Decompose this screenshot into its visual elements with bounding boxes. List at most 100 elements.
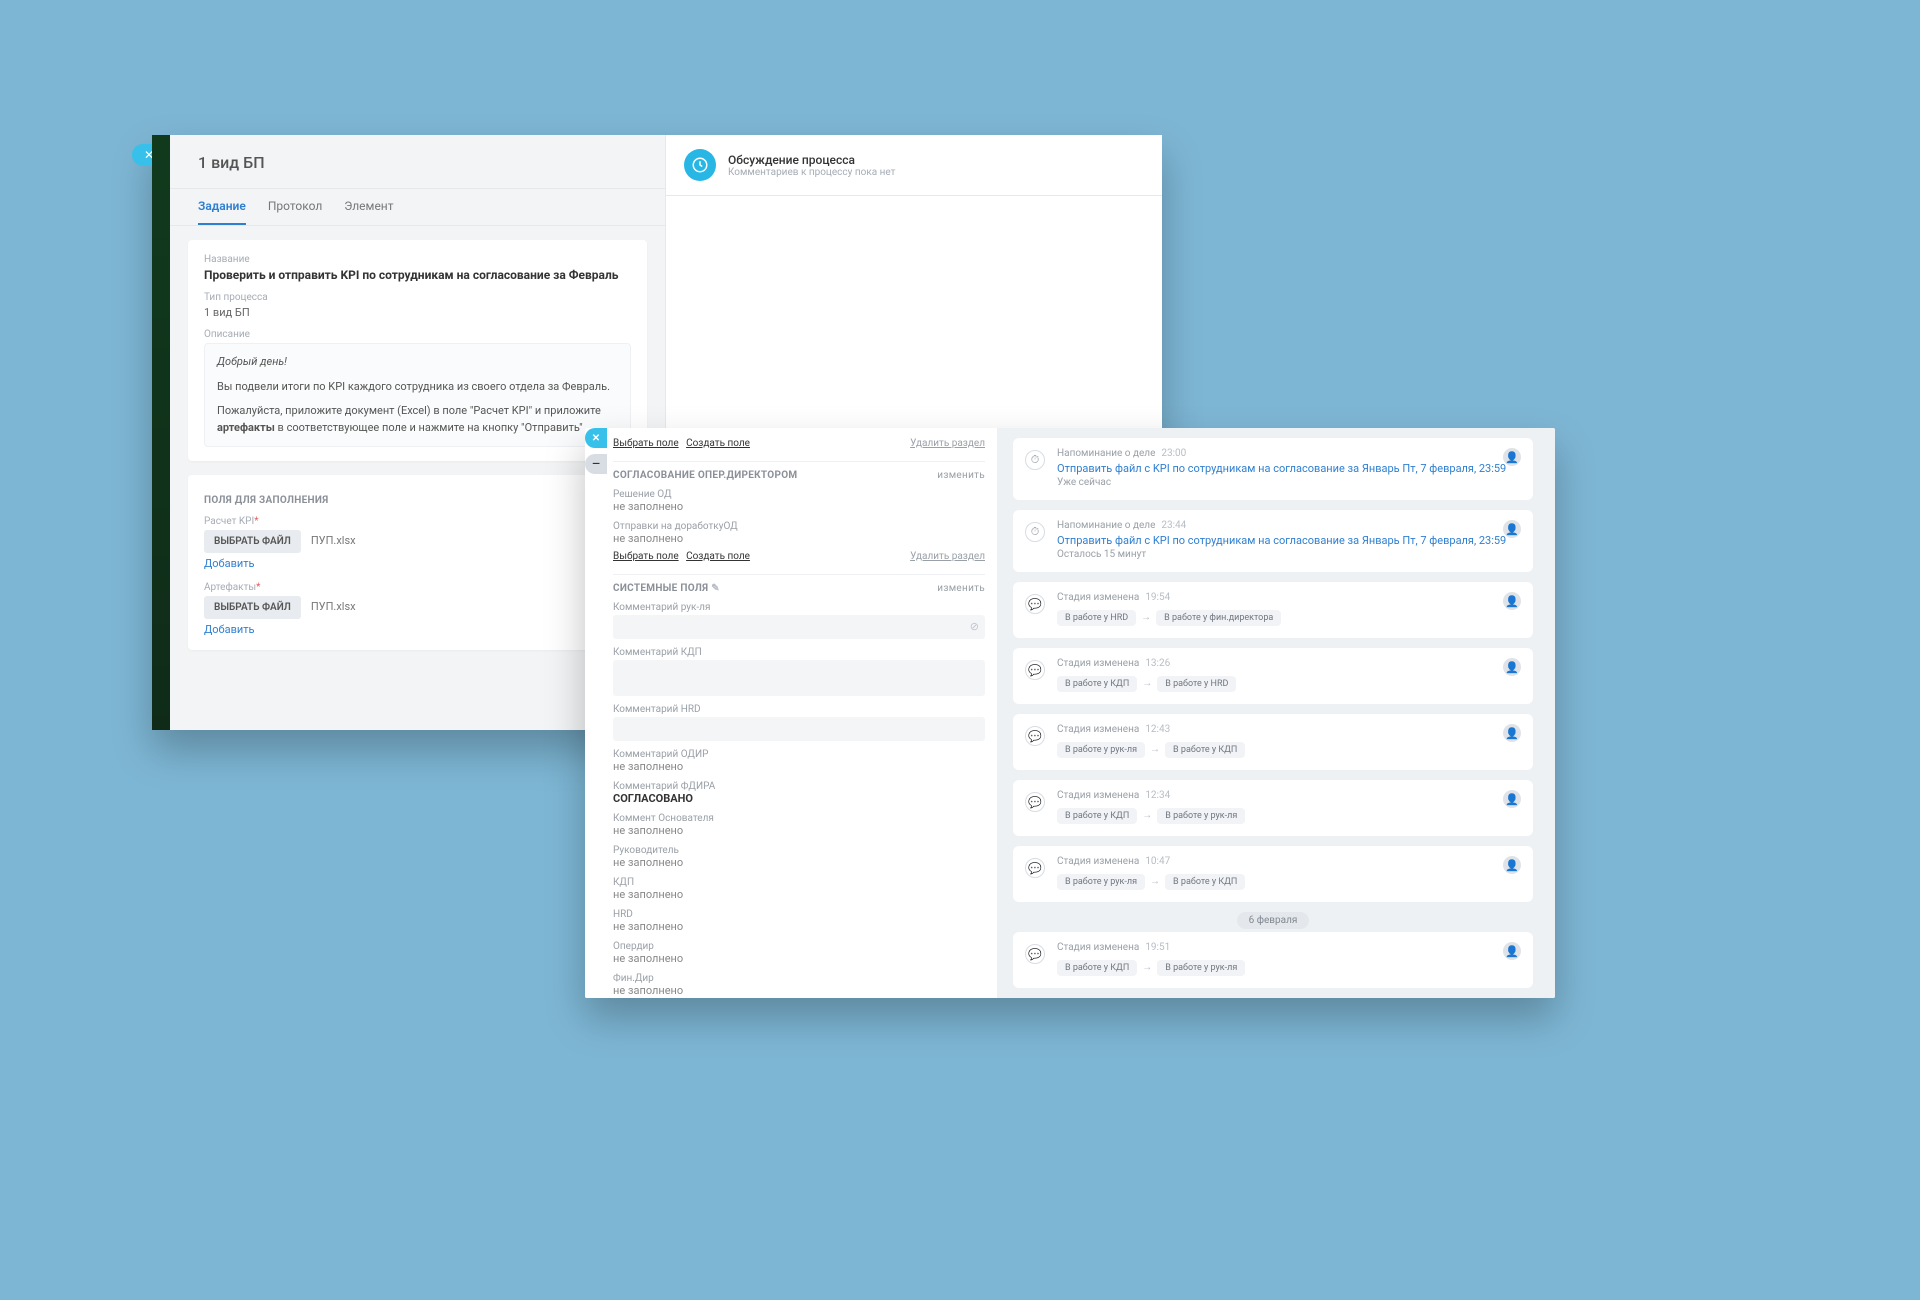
background-strip bbox=[152, 135, 170, 730]
stage-transition: В работе у КДП→В работе у HRD bbox=[1057, 675, 1519, 692]
chat-icon: 💬 bbox=[1025, 660, 1045, 680]
comment-lead-label: Комментарий рук-ля bbox=[613, 602, 985, 613]
discussion-subtitle: Комментариев к процессу пока нет bbox=[728, 167, 895, 178]
delete-section-link-2[interactable]: Удалить раздел bbox=[910, 551, 985, 562]
artifacts-file-button[interactable]: ВЫБРАТЬ ФАЙЛ bbox=[204, 596, 301, 619]
stage-to: В работе у рук-ля bbox=[1157, 960, 1245, 976]
stage-to: В работе у рук-ля bbox=[1157, 808, 1245, 824]
proc-value: 1 вид БП bbox=[204, 306, 631, 319]
activity-stage-change[interactable]: 💬 👤Стадия изменена12:34 В работе у КДП→В… bbox=[1013, 780, 1533, 836]
clear-icon[interactable]: ⊘ bbox=[970, 620, 979, 633]
select-field-link[interactable]: Выбрать поле bbox=[613, 438, 679, 449]
stage-from: В работе у рук-ля bbox=[1057, 874, 1145, 890]
stage-to: В работе у КДП bbox=[1165, 742, 1245, 758]
chat-icon: 💬 bbox=[1025, 594, 1045, 614]
activity-stage-change[interactable]: 💬 👤Стадия изменена13:26 В работе у КДП→В… bbox=[1013, 648, 1533, 704]
activity-reminder[interactable]: ⏱ 👤Напоминание о деле23:44 Отправить фай… bbox=[1013, 510, 1533, 572]
system-field-row: Коммент Основателя не заполнено bbox=[613, 813, 985, 837]
desc-line2a: Пожалуйста, приложите документ (Excel) в… bbox=[217, 404, 601, 417]
tab-element[interactable]: Элемент bbox=[344, 199, 393, 225]
form-column: Выбрать поле Создать поле Удалить раздел… bbox=[607, 428, 997, 998]
activity-title: Стадия изменена bbox=[1057, 942, 1139, 953]
kpi-add-link[interactable]: Добавить bbox=[204, 557, 255, 570]
system-field-value: СОГЛАСОВАНО bbox=[613, 792, 985, 805]
user-icon: 👤 bbox=[1503, 592, 1521, 610]
user-icon: 👤 bbox=[1503, 856, 1521, 874]
fields-header: ПОЛЯ ДЛЯ ЗАПОЛНЕНИЯ bbox=[204, 495, 631, 506]
system-field-value: не заполнено bbox=[613, 888, 985, 901]
change-link-2[interactable]: изменить bbox=[937, 583, 985, 594]
system-field-value: не заполнено bbox=[613, 824, 985, 837]
arrow-icon: → bbox=[1150, 744, 1160, 755]
pencil-icon[interactable]: ✎ bbox=[711, 583, 720, 594]
create-field-link-2[interactable]: Создать поле bbox=[686, 551, 750, 562]
stage-transition: В работе у HRD→В работе у фин.директора bbox=[1057, 609, 1519, 626]
system-field-row: Опердир не заполнено bbox=[613, 941, 985, 965]
select-field-link-2[interactable]: Выбрать поле bbox=[613, 551, 679, 562]
stage-from: В работе у КДП bbox=[1057, 808, 1137, 824]
activity-subtext: Уже сейчас bbox=[1057, 477, 1519, 488]
create-field-link[interactable]: Создать поле bbox=[686, 438, 750, 449]
system-field-row: HRD не заполнено bbox=[613, 909, 985, 933]
activity-stage-change[interactable]: 💬 👤Стадия изменена19:51 В работе у КДП→В… bbox=[1013, 932, 1533, 988]
field-od-decision-value: не заполнено bbox=[613, 500, 985, 513]
artifacts-file-name: ПУП.xlsx bbox=[311, 600, 356, 613]
stage-from: В работе у КДП bbox=[1057, 960, 1137, 976]
system-field-label: Опердир bbox=[613, 941, 985, 952]
activity-reminder[interactable]: ⏱ 👤Напоминание о деле23:00 Отправить фай… bbox=[1013, 438, 1533, 500]
stage-to: В работе у фин.директора bbox=[1156, 610, 1281, 626]
user-icon: 👤 bbox=[1503, 942, 1521, 960]
activity-time: 19:54 bbox=[1145, 592, 1170, 603]
comment-lead-input[interactable]: ⊘ bbox=[613, 615, 985, 639]
activity-time: 10:47 bbox=[1145, 856, 1170, 867]
description-box: Добрый день! Вы подвели итоги по KPI каж… bbox=[204, 343, 631, 447]
user-icon: 👤 bbox=[1503, 448, 1521, 466]
activity-title: Стадия изменена bbox=[1057, 724, 1139, 735]
stage-from: В работе у рук-ля bbox=[1057, 742, 1145, 758]
comment-kdp-label: Комментарий КДП bbox=[613, 647, 985, 658]
system-field-value: не заполнено bbox=[613, 920, 985, 933]
system-field-label: Комментарий ОДИР bbox=[613, 749, 985, 760]
desc-greeting: Добрый день! bbox=[217, 355, 287, 368]
activity-title: Напоминание о деле bbox=[1057, 520, 1155, 531]
comment-kdp-input[interactable] bbox=[613, 660, 985, 696]
system-field-row: Фин.Дир не заполнено bbox=[613, 973, 985, 997]
section-system-fields: СИСТЕМНЫЕ ПОЛЯ ✎ изменить Комментарий ру… bbox=[613, 574, 985, 998]
delete-section-link[interactable]: Удалить раздел bbox=[910, 438, 985, 449]
artifacts-add-link[interactable]: Добавить bbox=[204, 623, 255, 636]
control-column: ✕ — bbox=[585, 428, 607, 998]
user-icon: 👤 bbox=[1503, 658, 1521, 676]
desc-line2c: в соответствующее поле и нажмите на кноп… bbox=[278, 421, 583, 434]
tab-task[interactable]: Задание bbox=[198, 199, 246, 225]
system-field-row: Руководитель не заполнено bbox=[613, 845, 985, 869]
minimize-pill[interactable]: — bbox=[585, 454, 607, 474]
stage-transition: В работе у КДП→В работе у рук-ля bbox=[1057, 959, 1519, 976]
close-pill[interactable]: ✕ bbox=[585, 428, 607, 448]
comment-hrd-input[interactable] bbox=[613, 717, 985, 741]
field-od-rework-label: Отправки на доработкуОД bbox=[613, 521, 985, 532]
arrow-icon: → bbox=[1142, 810, 1152, 821]
activity-stage-change[interactable]: 💬 👤Стадия изменена12:43 В работе у рук-л… bbox=[1013, 714, 1533, 770]
activity-time: 13:26 bbox=[1145, 658, 1170, 669]
date-separator: 6 февраля bbox=[1013, 912, 1533, 926]
tab-protocol[interactable]: Протокол bbox=[268, 199, 322, 225]
system-field-label: Коммент Основателя bbox=[613, 813, 985, 824]
activity-title: Стадия изменена bbox=[1057, 856, 1139, 867]
stage-to: В работе у HRD bbox=[1157, 676, 1236, 692]
tabs: Задание Протокол Элемент bbox=[170, 189, 665, 226]
section-operdir-title: СОГЛАСОВАНИЕ ОПЕР.ДИРЕКТОРОМ bbox=[613, 470, 797, 481]
details-window: ✕ — Выбрать поле Создать поле Удалить ра… bbox=[585, 428, 1555, 998]
kpi-file-button[interactable]: ВЫБРАТЬ ФАЙЛ bbox=[204, 530, 301, 553]
task-info-block: Название Проверить и отправить KPI по со… bbox=[188, 240, 647, 461]
arrow-icon: → bbox=[1150, 876, 1160, 887]
desc-label: Описание bbox=[204, 329, 631, 340]
section-operdir: СОГЛАСОВАНИЕ ОПЕР.ДИРЕКТОРОМ изменить Ре… bbox=[613, 461, 985, 568]
system-field-label: КДП bbox=[613, 877, 985, 888]
desc-line1: Вы подвели итоги по KPI каждого сотрудни… bbox=[217, 379, 618, 396]
change-link[interactable]: изменить bbox=[937, 470, 985, 481]
activity-link-text: Отправить файл с KPI по сотрудникам на с… bbox=[1057, 462, 1519, 475]
activity-subtext: Осталось 15 минут bbox=[1057, 549, 1519, 560]
activity-stage-change[interactable]: 💬 👤Стадия изменена10:47 В работе у рук-л… bbox=[1013, 846, 1533, 902]
stage-from: В работе у КДП bbox=[1057, 676, 1137, 692]
activity-stage-change[interactable]: 💬 👤Стадия изменена19:54 В работе у HRD→В… bbox=[1013, 582, 1533, 638]
